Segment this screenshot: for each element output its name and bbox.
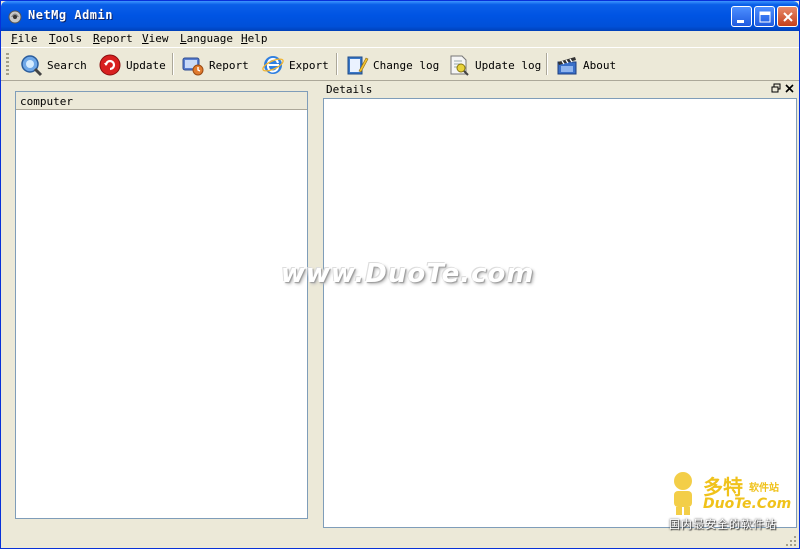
- window-title: NetMg Admin: [28, 8, 113, 22]
- toolbar-grip[interactable]: [6, 53, 9, 75]
- toolbar-separator: [172, 53, 174, 75]
- change-log-button[interactable]: Change log: [345, 51, 439, 79]
- toolbar: Search Update Report Export Change log U…: [1, 47, 799, 81]
- about-button[interactable]: About: [555, 51, 616, 79]
- clapperboard-icon: [557, 57, 577, 75]
- column-header-computer[interactable]: computer: [16, 92, 307, 110]
- resize-grip-icon[interactable]: [785, 535, 797, 547]
- menu-report[interactable]: Report: [93, 32, 133, 45]
- details-panel[interactable]: [323, 98, 797, 528]
- update-log-button[interactable]: Update log: [447, 51, 541, 79]
- notepad-pencil-icon: [347, 56, 369, 75]
- browser-e-icon: [262, 56, 284, 74]
- title-bar[interactable]: NetMg Admin: [1, 1, 799, 31]
- site-watermark: www.DuoTe.com: [281, 259, 535, 289]
- menu-tools[interactable]: Tools: [49, 32, 82, 45]
- maximize-button[interactable]: [754, 6, 775, 27]
- update-button[interactable]: Update: [98, 51, 166, 79]
- logo-tagline: 国内最安全的软件站: [669, 518, 777, 531]
- toolbar-separator: [546, 53, 548, 75]
- minimize-icon: [737, 20, 744, 23]
- details-title: Details: [326, 83, 373, 96]
- search-button[interactable]: Search: [19, 51, 87, 79]
- refresh-icon: [99, 54, 121, 76]
- restore-icon[interactable]: [771, 83, 782, 94]
- minimize-button[interactable]: [731, 6, 752, 27]
- report-icon: [182, 57, 204, 76]
- menu-file[interactable]: File: [11, 32, 38, 45]
- menu-view[interactable]: View: [142, 32, 169, 45]
- close-icon: [783, 12, 793, 22]
- search-icon: [21, 55, 43, 77]
- app-window: NetMg Admin File Tools Report View Langu…: [0, 0, 800, 549]
- logo-text-en: DuoTe.Com: [703, 496, 792, 512]
- details-panel-header: Details: [323, 81, 798, 97]
- close-icon[interactable]: [784, 83, 795, 94]
- report-button[interactable]: Report: [181, 51, 249, 79]
- menu-language[interactable]: Language: [180, 32, 233, 45]
- close-button[interactable]: [777, 6, 798, 27]
- document-search-icon: [450, 55, 469, 76]
- computer-list-panel[interactable]: computer: [15, 91, 308, 519]
- menu-help[interactable]: Help: [241, 32, 268, 45]
- app-icon: [8, 10, 22, 24]
- logo-text-cn-small: 软件站: [749, 483, 779, 494]
- maximize-icon: [759, 11, 771, 23]
- export-button[interactable]: Export: [261, 51, 329, 79]
- menu-bar: File Tools Report View Language Help: [1, 31, 799, 47]
- toolbar-separator: [336, 53, 338, 75]
